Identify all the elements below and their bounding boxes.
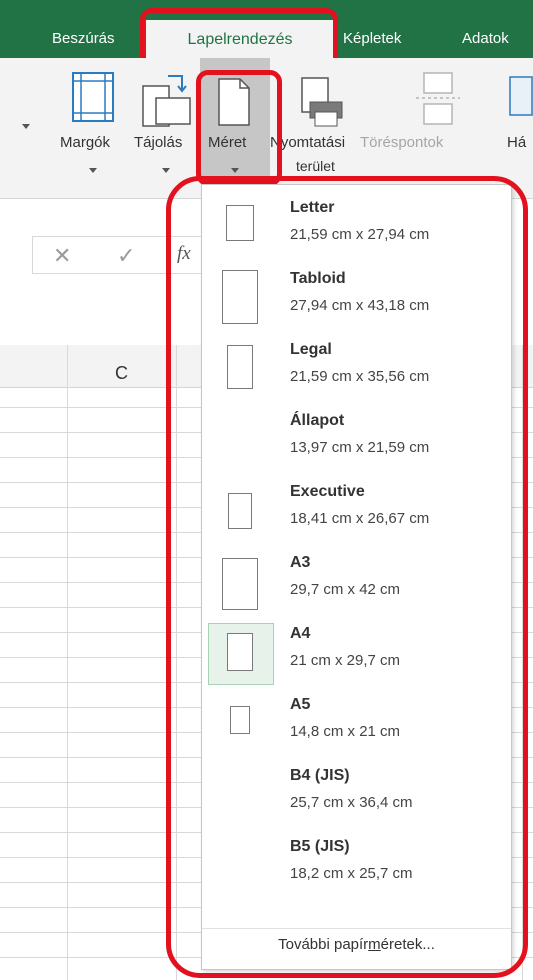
size-highlight-annotation — [196, 70, 282, 186]
group-caret-icon — [22, 124, 30, 129]
breaks-icon — [416, 72, 460, 125]
margins-label: Margók — [60, 134, 111, 151]
print-area-icon — [301, 77, 343, 127]
tab-formulas[interactable]: Képletek — [343, 30, 401, 47]
background-label: Há — [507, 134, 527, 151]
print-area-label-2: terület — [296, 158, 335, 174]
cancel-icon[interactable]: ✕ — [53, 243, 71, 269]
menu-highlight-annotation — [166, 176, 528, 978]
background-button[interactable]: Há — [505, 58, 533, 198]
margins-button[interactable]: Margók — [58, 58, 138, 198]
column-header-c[interactable]: C — [115, 363, 128, 384]
margins-icon — [72, 72, 114, 122]
tab-insert[interactable]: Beszúrás — [52, 30, 115, 47]
tab-data[interactable]: Adatok — [462, 30, 509, 47]
enter-check-icon[interactable]: ✓ — [117, 243, 135, 269]
background-icon — [509, 76, 533, 116]
orientation-icon — [142, 75, 191, 127]
orientation-label: Tájolás — [134, 134, 183, 151]
breaks-label: Töréspontok — [360, 134, 444, 151]
orientation-dropdown-icon — [162, 168, 170, 173]
grid-column-line — [67, 345, 68, 980]
margins-dropdown-icon — [89, 168, 97, 173]
